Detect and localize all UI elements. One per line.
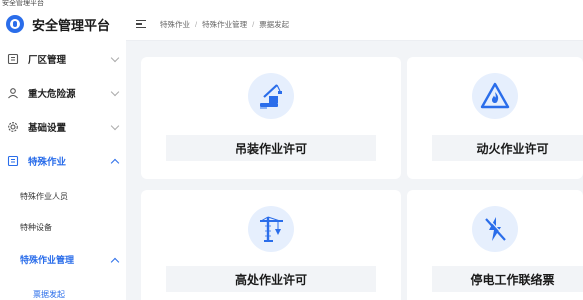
fire-warning-icon [472, 73, 518, 119]
app-logo[interactable]: 安全管理平台 [0, 8, 126, 40]
chevron-down-icon [110, 87, 120, 97]
breadcrumb-separator: / [252, 19, 255, 29]
breadcrumb-separator: / [195, 19, 198, 29]
chevron-up-icon [110, 257, 120, 267]
sidebar-subitem-special-work-management[interactable]: 特殊作业管理 [0, 242, 126, 276]
chevron-down-icon [110, 53, 120, 63]
tower-crane-icon [248, 206, 294, 252]
document-icon [6, 154, 20, 168]
sidebar-item-label: 重大危险源 [28, 89, 76, 100]
card-power-outage-ticket[interactable]: 停电工作联络票 [407, 190, 583, 300]
sidebar-subitem-special-equipment[interactable]: 特种设备 [0, 213, 126, 241]
sidebar-item-label: 特殊作业 [28, 157, 67, 168]
sidebar-subitem-label: 特殊作业管理 [20, 254, 75, 265]
card-lifting-permit[interactable]: 吊装作业许可 [141, 57, 401, 179]
chevron-down-icon [110, 121, 120, 131]
card-height-work-permit[interactable]: 高处作业许可 [141, 190, 401, 300]
app-name: 安全管理平台 [32, 17, 111, 33]
sidebar-item-label: 基础设置 [28, 123, 67, 134]
sidebar-subitem-special-workers[interactable]: 特殊作业人员 [0, 182, 126, 210]
chevron-up-icon [110, 158, 120, 168]
factory-icon [6, 52, 20, 66]
card-label: 吊装作业许可 [166, 135, 376, 161]
breadcrumb-item[interactable]: 特殊作业管理 [202, 19, 247, 30]
sidebar-item-label: 厂区管理 [28, 55, 67, 66]
power-off-icon [472, 206, 518, 252]
card-label: 动火作业许可 [432, 135, 583, 161]
breadcrumb-item-current: 票据发起 [259, 19, 290, 29]
sidebar-item-special-work[interactable]: 特殊作业 [0, 144, 126, 178]
user-icon [6, 86, 20, 100]
menu-toggle-icon[interactable] [136, 20, 146, 28]
logo-icon [6, 15, 24, 33]
gear-icon [6, 120, 20, 134]
breadcrumb-item[interactable]: 特殊作业 [160, 19, 190, 30]
sidebar-item-factory[interactable]: 厂区管理 [0, 42, 126, 76]
sidebar-item-major-hazard[interactable]: 重大危险源 [0, 76, 126, 110]
sidebar-item-basic-settings[interactable]: 基础设置 [0, 110, 126, 144]
crane-icon [248, 73, 294, 119]
card-label: 高处作业许可 [166, 266, 376, 292]
top-bar: 特殊作业 / 特殊作业管理 / 票据发起 [126, 8, 583, 41]
card-label: 停电工作联络票 [432, 266, 583, 292]
sidebar: 安全管理平台 厂区管理 重大危险源 基础设置 特殊作业 特殊作业人员 特种设备 … [0, 8, 126, 300]
card-hot-work-permit[interactable]: 动火作业许可 [407, 57, 583, 179]
window-title: 安全管理平台 [0, 0, 583, 8]
sidebar-leaf-ticket-initiation[interactable]: 票据发起 [0, 280, 126, 300]
